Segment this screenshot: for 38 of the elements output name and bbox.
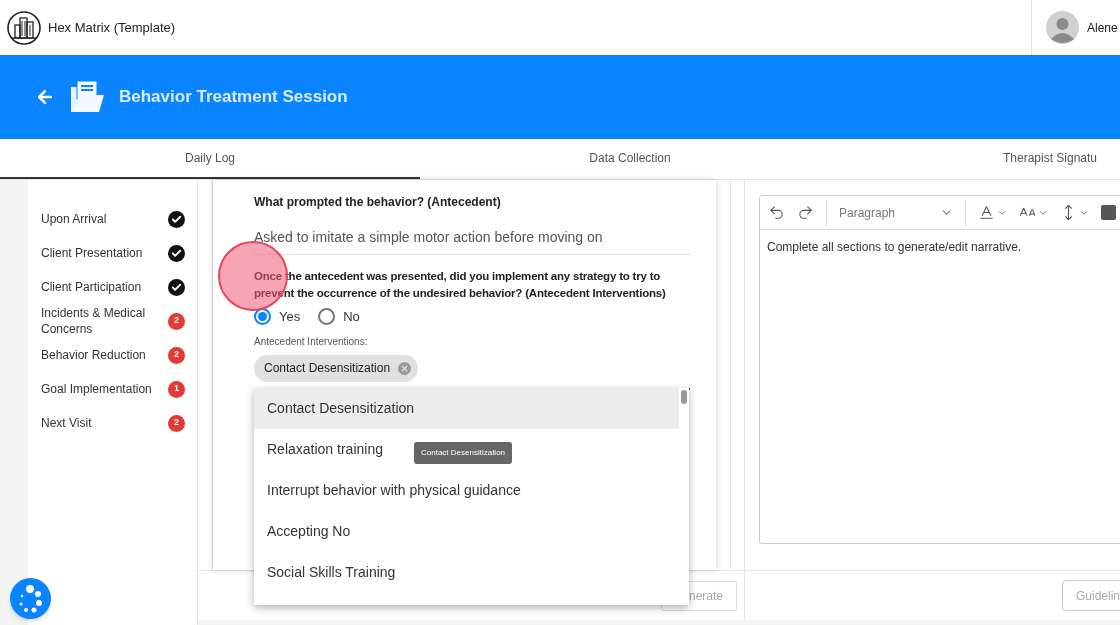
remove-icon[interactable]	[398, 361, 412, 375]
rich-text-editor[interactable]: Paragraph Complete all sections to generate/edit narrative.	[759, 195, 1120, 544]
count-badge: 2	[168, 312, 185, 330]
app-title: Hex Matrix (Template)	[48, 18, 176, 37]
tab[interactable]: Therapist Signatu	[840, 139, 1120, 179]
radio-option[interactable]: Yes	[254, 307, 301, 327]
sidebar-item[interactable]: Next Visit	[41, 415, 92, 431]
count-badge: 2	[168, 414, 185, 432]
redo-icon[interactable]	[797, 204, 814, 221]
paragraph-select[interactable]: Paragraph	[839, 203, 953, 222]
dropdown-option[interactable]: Contact Desensitization	[254, 387, 679, 429]
editor-text: Complete all sections to generate/edit narrative.	[766, 239, 1023, 256]
check-icon	[168, 244, 185, 262]
antecedent-field[interactable]: Asked to imitate a simple motor action before moving on	[254, 227, 690, 255]
sidebar-item[interactable]: Client Participation	[41, 279, 142, 295]
page-title: Behavior Treatment Session	[119, 86, 348, 109]
radio-option[interactable]: No	[318, 307, 360, 327]
user-name[interactable]: Alene	[1087, 18, 1118, 37]
check-icon	[168, 278, 185, 296]
sidebar-item[interactable]: Upon Arrival	[41, 211, 107, 227]
count-badge: 2	[168, 346, 185, 364]
sidebar-item[interactable]: Goal Implementation	[41, 381, 152, 397]
tooltip: Contact Desensitization	[414, 441, 513, 464]
tab[interactable]: Data Collection	[420, 139, 840, 179]
scrollbar-thumb[interactable]	[681, 389, 687, 404]
field-label: What prompted the behavior? (Antecedent)	[254, 194, 502, 211]
font-color-icon[interactable]	[978, 204, 1007, 221]
undo-icon[interactable]	[768, 204, 785, 221]
sidebar-item[interactable]: Behavior Reduction	[41, 347, 146, 363]
check-icon	[168, 210, 185, 228]
sidebar-item[interactable]: Incidents & Medical Concerns	[41, 305, 162, 337]
folder-icon	[69, 79, 105, 115]
count-badge: 1	[168, 380, 185, 398]
building-logo-icon	[7, 10, 41, 45]
sidebar-item[interactable]: Client Presentation	[41, 245, 143, 261]
chip-label: Contact Desensitization	[264, 360, 391, 377]
avatar-icon[interactable]	[1046, 11, 1079, 44]
field-label: Antecedent Interventions:	[254, 334, 369, 349]
